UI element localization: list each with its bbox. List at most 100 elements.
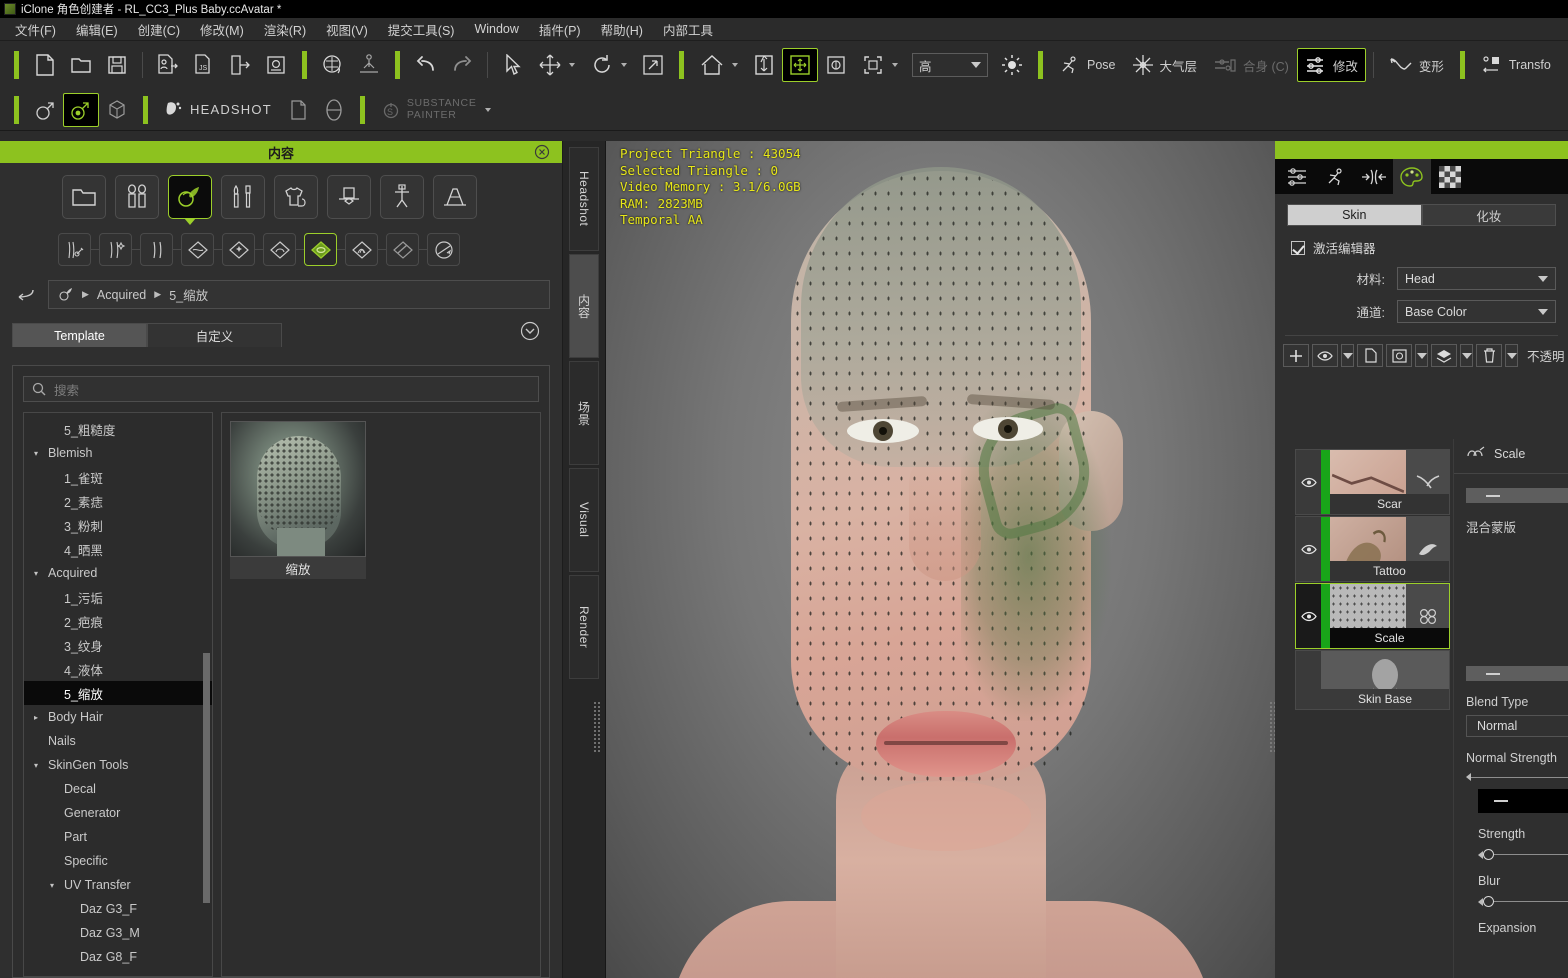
layer-visibility-icon[interactable] — [1296, 450, 1321, 514]
tree-twisty-icon[interactable]: ▸ — [34, 713, 48, 722]
tree-scrollbar[interactable] — [203, 653, 210, 903]
layer-row[interactable]: Tattoo — [1295, 516, 1450, 582]
visibility-dropdown-button[interactable] — [1341, 344, 1354, 367]
delete-dropdown-button[interactable] — [1505, 344, 1518, 367]
vtab-scene[interactable]: 场景 — [569, 361, 599, 465]
menu-view[interactable]: 视图(V) — [317, 17, 377, 42]
asset-grid[interactable]: 缩放 — [221, 412, 541, 977]
chevron-down-icon[interactable] — [621, 63, 627, 67]
close-icon[interactable] — [534, 144, 550, 160]
transform-gizmo-button[interactable] — [782, 48, 818, 82]
light-toggle-button[interactable] — [994, 48, 1030, 82]
move-tool-button[interactable] — [531, 48, 583, 82]
chevron-down-icon[interactable] — [1416, 352, 1427, 359]
vtab-visual[interactable]: Visual — [569, 468, 599, 572]
rtab-skingen[interactable] — [1393, 159, 1431, 194]
vtab-render[interactable]: Render — [569, 575, 599, 679]
tree-item[interactable]: Nails — [24, 729, 212, 753]
scale-tool-button[interactable] — [635, 48, 671, 82]
skin-layer-diamond-icon[interactable] — [181, 233, 214, 266]
character-male-button[interactable] — [27, 93, 63, 127]
tree-item[interactable]: Daz G8_F — [24, 945, 212, 969]
tree-item[interactable]: 5_缩放 — [24, 681, 212, 705]
segment-makeup[interactable]: 化妆 — [1421, 204, 1556, 226]
panel-resize-handle[interactable] — [593, 701, 600, 753]
tree-item[interactable]: Daz G3_F — [24, 897, 212, 921]
layer-row[interactable]: Scale — [1295, 583, 1450, 649]
head-mesh-button[interactable] — [316, 93, 352, 127]
normal-strength-slider[interactable] — [1466, 773, 1568, 781]
tree-twisty-icon[interactable]: ▾ — [34, 569, 48, 578]
menu-plugins[interactable]: 插件(P) — [530, 17, 590, 42]
tree-item[interactable]: Generator — [24, 801, 212, 825]
tree-item[interactable]: Daz G3_M — [24, 921, 212, 945]
tree-item[interactable]: 4_晒黑 — [24, 537, 212, 561]
skin-wand-icon[interactable] — [58, 233, 91, 266]
tree-item[interactable]: Part — [24, 825, 212, 849]
rtab-adjust[interactable] — [1355, 159, 1393, 194]
headshot-button[interactable]: HEADSHOT — [156, 93, 280, 127]
tree-item[interactable]: 4_液体 — [24, 657, 212, 681]
strength-slider[interactable] — [1478, 849, 1568, 860]
tree-twisty-icon[interactable]: ▾ — [34, 449, 48, 458]
category-project-icon[interactable] — [62, 175, 106, 219]
tree-twisty-icon[interactable]: ▾ — [50, 881, 64, 890]
skin-circle-tool-icon[interactable] — [427, 233, 460, 266]
activate-editor-checkbox-row[interactable]: 激活编辑器 — [1291, 238, 1568, 257]
merge-layers-button[interactable] — [1431, 344, 1457, 367]
blend-type-select[interactable]: Normal — [1466, 715, 1568, 737]
chevron-down-icon[interactable] — [1461, 352, 1472, 359]
rtab-attributes[interactable] — [1279, 159, 1317, 194]
avatar-sphere-button[interactable] — [315, 48, 351, 82]
tree-item[interactable]: ▾ Acquired — [24, 561, 212, 585]
texture-slot-1[interactable] — [1466, 488, 1568, 503]
save-project-button[interactable] — [99, 48, 135, 82]
mask-layer-button[interactable] — [1386, 344, 1412, 367]
pose-figure-button[interactable] — [351, 48, 387, 82]
menu-render[interactable]: 渲染(R) — [255, 17, 315, 42]
add-layer-button[interactable] — [1283, 344, 1309, 367]
chevron-down-icon[interactable] — [569, 63, 575, 67]
pose-button[interactable]: Pose — [1051, 48, 1124, 82]
skin-fur-diamond-icon[interactable] — [345, 233, 378, 266]
category-motion-icon[interactable] — [380, 175, 424, 219]
tree-item[interactable]: ▾ Blemish — [24, 441, 212, 465]
skin-wave-icon[interactable] — [140, 233, 173, 266]
skin-sparkle-icon[interactable] — [99, 233, 132, 266]
tree-item[interactable]: Decal — [24, 777, 212, 801]
expand-options-icon[interactable] — [520, 321, 540, 341]
blur-slider[interactable] — [1478, 896, 1568, 907]
duplicate-layer-button[interactable] — [1357, 344, 1383, 367]
vtab-content[interactable]: 内容 — [569, 254, 599, 358]
menu-internal-tools[interactable]: 内部工具 — [654, 17, 722, 42]
menu-submit-tools[interactable]: 提交工具(S) — [379, 17, 464, 42]
select-tool-button[interactable] — [495, 48, 531, 82]
atmosphere-button[interactable]: 大气层 — [1124, 48, 1206, 82]
category-stage-icon[interactable] — [433, 175, 477, 219]
home-view-button[interactable] — [692, 48, 746, 82]
chevron-down-icon[interactable] — [892, 63, 898, 67]
tree-item[interactable]: 2_疤痕 — [24, 609, 212, 633]
avatar-model[interactable] — [661, 141, 1221, 978]
viewport-3d[interactable]: Project Triangle : 43054 Selected Triang… — [606, 141, 1275, 978]
tree-item[interactable]: 3_粉刺 — [24, 513, 212, 537]
skin-acquired-diamond-icon[interactable] — [304, 233, 337, 266]
redo-button[interactable] — [444, 48, 480, 82]
fit-button[interactable]: 合身 (C) — [1205, 48, 1297, 82]
tree-item[interactable]: 1_雀斑 — [24, 465, 212, 489]
undo-button[interactable] — [408, 48, 444, 82]
tree-item[interactable]: ▾ SkinGen Tools — [24, 753, 212, 777]
tree-item[interactable]: 3_纹身 — [24, 633, 212, 657]
normal-map-slot[interactable] — [1478, 789, 1568, 813]
import-js-button[interactable]: JS — [186, 48, 222, 82]
tree-item[interactable]: 5_粗糙度 — [24, 417, 212, 441]
tab-template[interactable]: Template — [12, 323, 147, 347]
morph-button[interactable]: 变形 — [1381, 48, 1452, 82]
menu-edit[interactable]: 编辑(E) — [67, 17, 127, 42]
category-tree[interactable]: 5_粗糙度 ▾ Blemish 1_雀斑 2_素痣 3_粉刺 4_晒黑 ▾ Acquired 1_… — [23, 412, 213, 977]
open-project-button[interactable] — [63, 48, 99, 82]
transform-button[interactable]: Transfo — [1473, 48, 1559, 82]
layer-visibility-icon[interactable] — [1296, 584, 1321, 648]
frame-selection-button[interactable] — [854, 48, 906, 82]
rtab-checker[interactable] — [1431, 159, 1469, 194]
